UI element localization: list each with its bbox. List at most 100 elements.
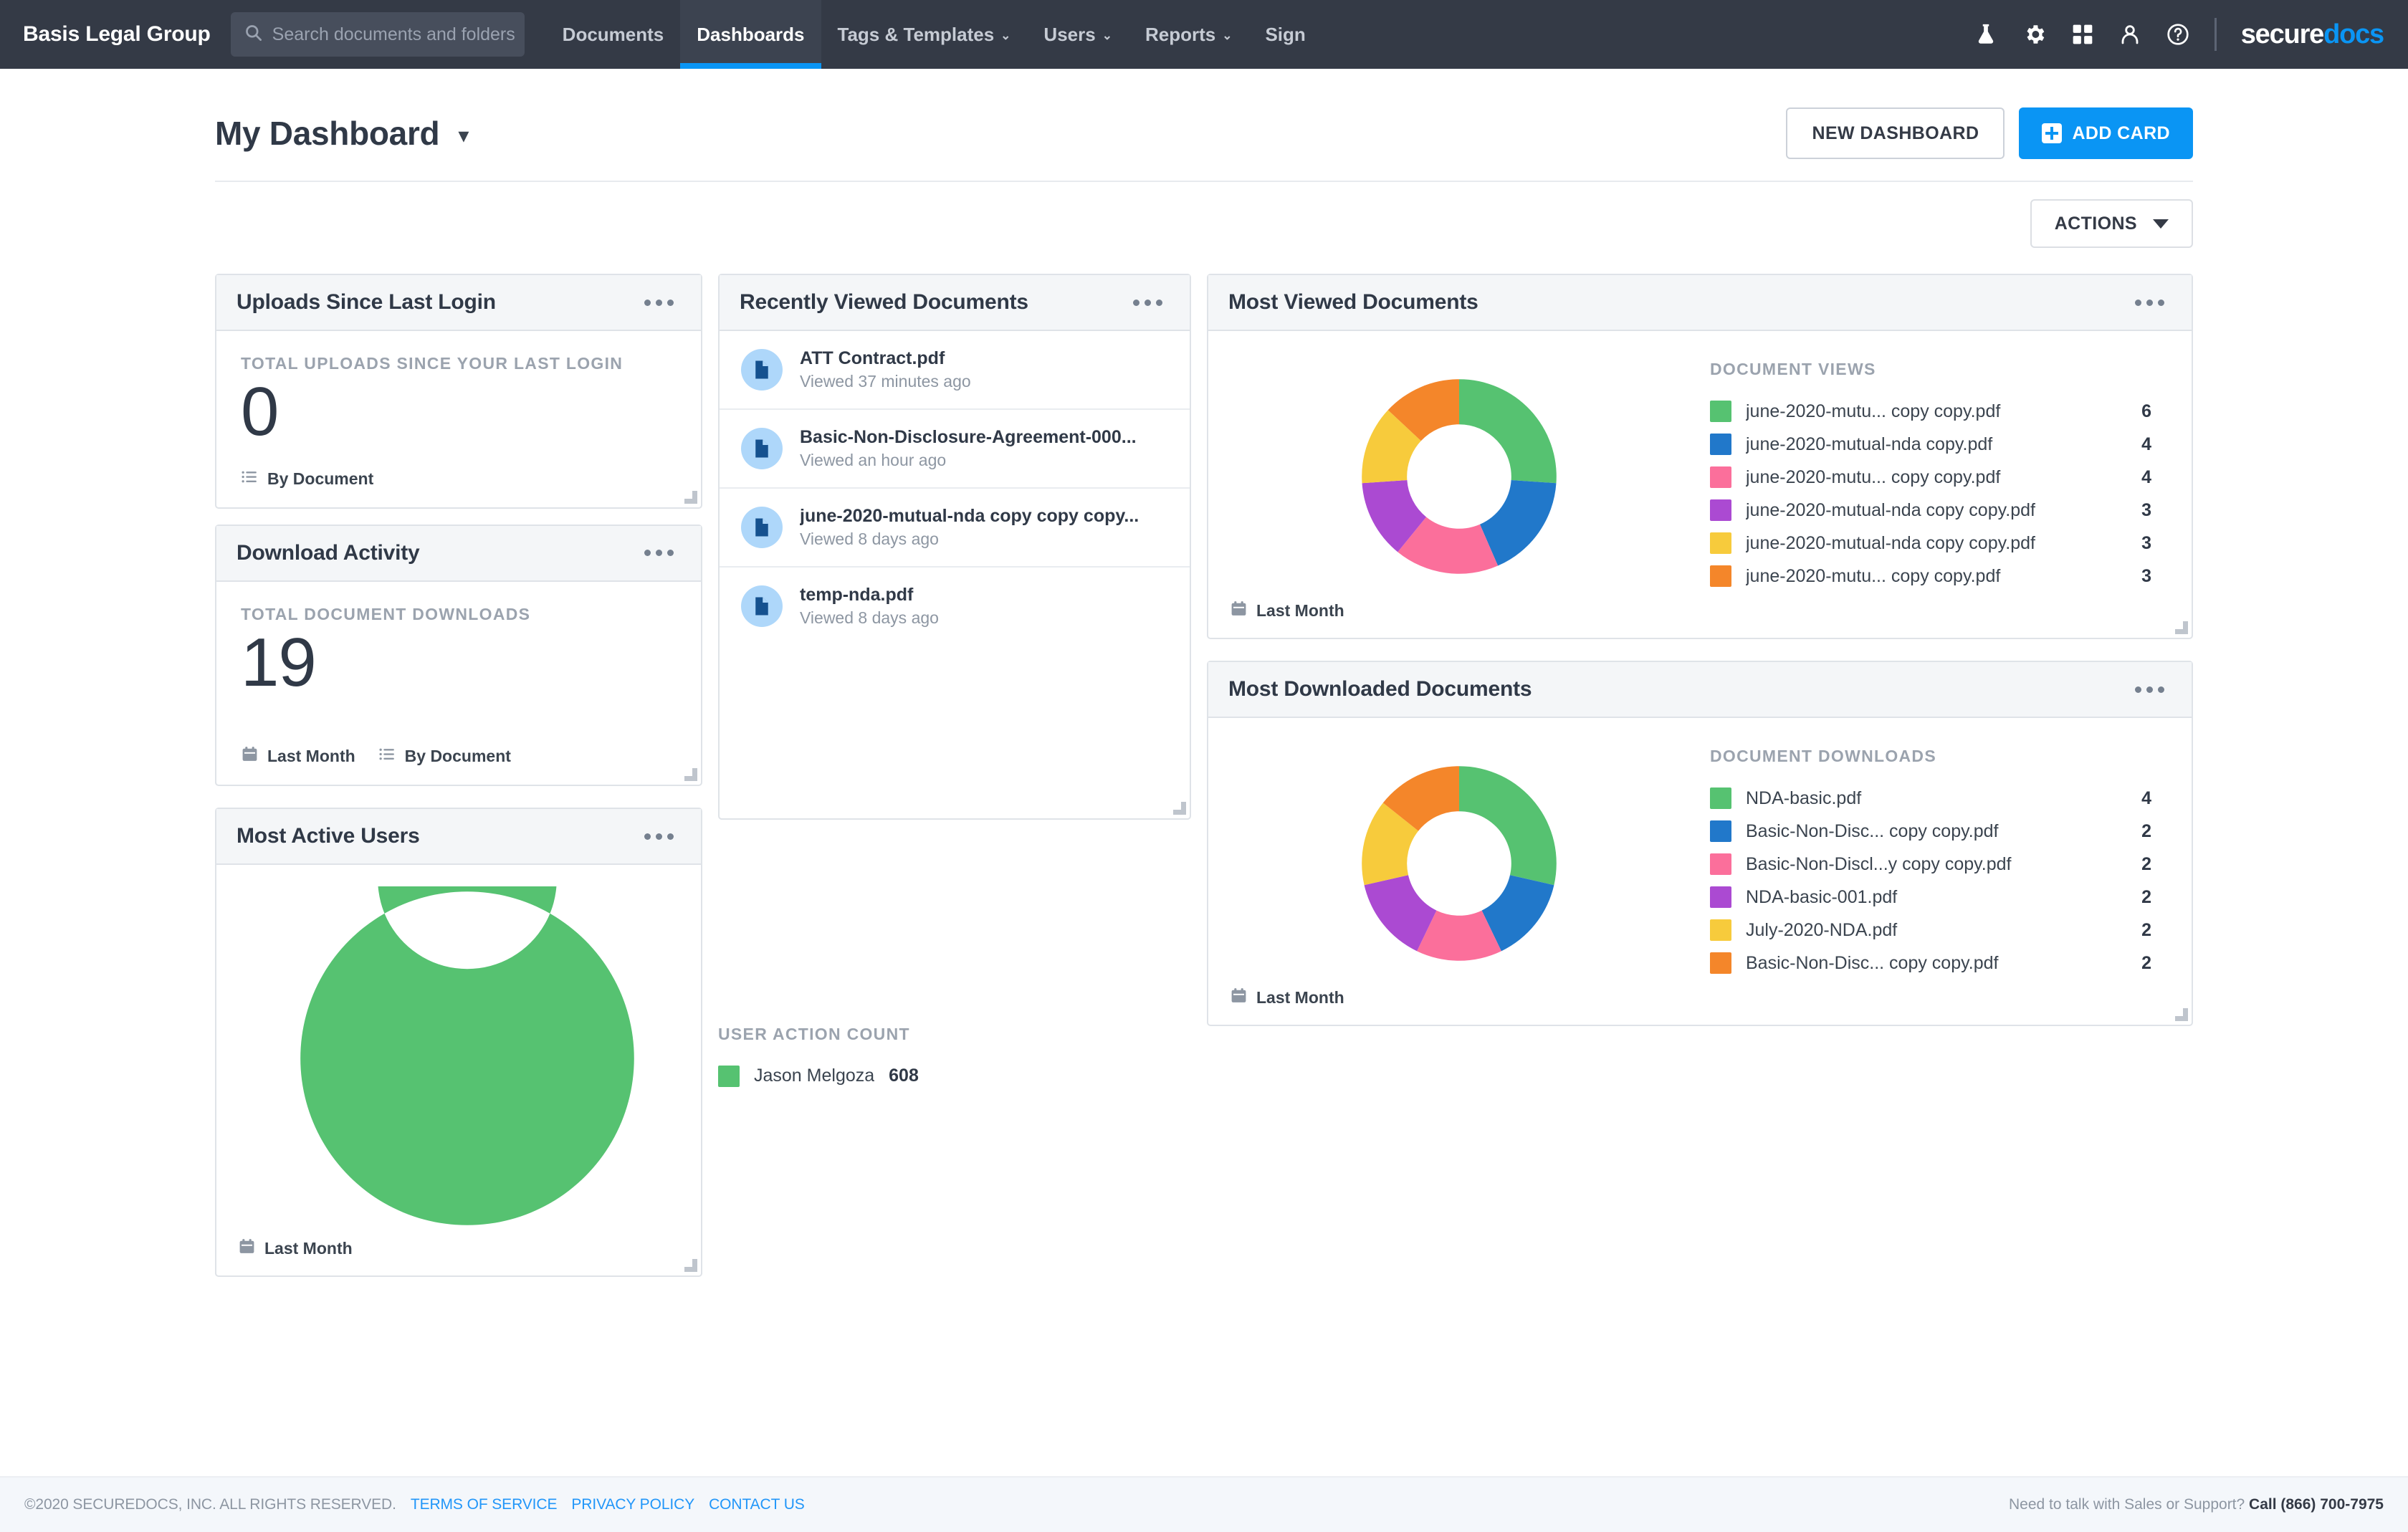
donut-chart-most-active-users — [216, 886, 718, 1230]
document-text: Basic-Non-Disclosure-Agreement-000... Vie… — [800, 427, 1137, 470]
card-header: Most Viewed Documents — [1208, 275, 2192, 331]
nav-label: Reports — [1145, 23, 1216, 45]
donut-slice — [1459, 765, 1557, 885]
legend-color-swatch — [1710, 401, 1731, 422]
card-title: Most Active Users — [236, 824, 420, 848]
document-text: june-2020-mutual-nda copy copy copy... Vi… — [800, 506, 1139, 549]
grid-column-right: Most Viewed Documents DOCUMENT VIEWS jun… — [1207, 274, 2193, 1026]
filter-label: Last Month — [267, 747, 355, 766]
card-menu-button[interactable] — [637, 292, 681, 313]
org-brand-name: Basis Legal Group — [23, 22, 211, 46]
legend-item-value: 2 — [2141, 919, 2151, 940]
user-icon[interactable] — [2118, 23, 2141, 46]
add-card-label: ADD CARD — [2072, 123, 2170, 143]
add-card-button[interactable]: ADD CARD — [2019, 107, 2193, 159]
nav-item-users[interactable]: Users ⌄ — [1027, 0, 1129, 69]
filter-by-document[interactable]: By Document — [378, 745, 511, 767]
filter-label: By Document — [267, 469, 374, 488]
list-item[interactable]: Basic-Non-Disclosure-Agreement-000... Vie… — [720, 410, 1190, 489]
gear-icon[interactable] — [2022, 22, 2047, 47]
privacy-policy-link[interactable]: PRIVACY POLICY — [571, 1496, 694, 1513]
filter-last-month[interactable]: Last Month — [241, 745, 355, 767]
legend-item-label: june-2020-mutual-nda copy.pdf — [1746, 434, 1993, 454]
legend-title: DOCUMENT DOWNLOADS — [1710, 747, 1936, 765]
dashboard-page: My Dashboard ▾ NEW DASHBOARD ADD CARD AC… — [0, 69, 2408, 1476]
document-viewed-time: Viewed an hour ago — [800, 451, 947, 469]
legend-item-value: 2 — [2141, 886, 2151, 907]
legend-item-value: 608 — [889, 1066, 919, 1086]
card-menu-button[interactable] — [2128, 292, 2172, 313]
list-item[interactable]: temp-nda.pdf Viewed 8 days ago — [720, 568, 1190, 645]
legend-color-swatch — [1710, 499, 1731, 521]
contact-us-link[interactable]: CONTACT US — [709, 1496, 805, 1513]
nav-item-reports[interactable]: Reports ⌄ — [1129, 0, 1249, 69]
card-uploads-since-last-login: Uploads Since Last Login TOTAL UPLOADS S… — [215, 274, 702, 509]
chart-area: DOCUMENT VIEWS june-2020-mutu... copy co… — [1208, 331, 2192, 600]
main-nav-items: Documents Dashboards Tags & Templates ⌄ … — [546, 0, 1322, 69]
legend-color-swatch — [1710, 853, 1731, 875]
nav-item-sign[interactable]: Sign — [1248, 0, 1322, 69]
legend-color-swatch — [1710, 919, 1731, 941]
legend-color-swatch — [1710, 532, 1731, 554]
terms-of-service-link[interactable]: TERMS OF SERVICE — [411, 1496, 558, 1513]
document-viewed-time: Viewed 37 minutes ago — [800, 372, 971, 391]
securedocs-logo: securedocs — [2241, 19, 2384, 50]
stat-block: TOTAL DOCUMENT DOWNLOADS 19 — [216, 582, 701, 702]
new-dashboard-button[interactable]: NEW DASHBOARD — [1786, 107, 2005, 159]
card-resize-handle[interactable] — [1172, 800, 1186, 815]
legend-color-swatch — [1710, 886, 1731, 908]
legend-color-swatch — [1710, 787, 1731, 809]
legend-item: Basic-Non-Discl...y copy copy.pdf 2 — [1710, 848, 2151, 881]
logo-text-secure: secure — [2240, 19, 2325, 49]
stat-block: TOTAL UPLOADS SINCE YOUR LAST LOGIN 0 — [216, 331, 701, 451]
legend-items: NDA-basic.pdf 4 Basic-Non-Disc... copy cop… — [1710, 782, 2151, 980]
filter-label: Last Month — [1256, 601, 1344, 620]
top-navigation-bar: Basis Legal Group Search documents and f… — [0, 0, 2408, 69]
filter-label: By Document — [404, 747, 511, 766]
card-title: Most Downloaded Documents — [1228, 677, 1532, 701]
card-menu-button[interactable] — [1126, 292, 1170, 313]
nav-label: Dashboards — [697, 23, 805, 45]
filter-last-month[interactable]: Last Month — [1230, 987, 1344, 1009]
logo-text-docs: docs — [2323, 19, 2384, 49]
copyright-text: ©2020 SECUREDOCS, INC. ALL RIGHTS RESERV… — [24, 1496, 396, 1513]
donut-chart-svg — [1362, 378, 1557, 574]
card-title: Uploads Since Last Login — [236, 290, 496, 314]
card-menu-button[interactable] — [637, 542, 681, 563]
calendar-icon — [1230, 600, 1248, 622]
card-footer: Last Month — [1208, 987, 2192, 1025]
legend-item-value: 3 — [2141, 499, 2151, 520]
chart-legend: DOCUMENT VIEWS june-2020-mutu... copy co… — [1710, 360, 2192, 593]
dashboard-card-grid: Uploads Since Last Login TOTAL UPLOADS S… — [215, 248, 2193, 1278]
legend-item: june-2020-mutu... copy copy.pdf 4 — [1710, 461, 2151, 494]
nav-item-dashboards[interactable]: Dashboards — [680, 0, 821, 69]
legend-item-value: 3 — [2141, 532, 2151, 553]
legend-items: Jason Melgoza 608 — [718, 1060, 919, 1093]
legend-item: NDA-basic.pdf 4 — [1710, 782, 2151, 815]
card-footer: Last Month By Document — [216, 701, 701, 785]
grid-icon[interactable] — [2071, 23, 2094, 46]
nav-divider — [2214, 18, 2217, 51]
actions-button[interactable]: ACTIONS — [2030, 199, 2193, 248]
document-viewed-time: Viewed 8 days ago — [800, 530, 939, 548]
nav-item-documents[interactable]: Documents — [546, 0, 681, 69]
list-item[interactable]: ATT Contract.pdf Viewed 37 minutes ago — [720, 331, 1190, 410]
dashboard-selector-chevron-down-icon[interactable]: ▾ — [458, 123, 469, 148]
flask-icon[interactable] — [1974, 22, 1998, 47]
filter-label: Last Month — [264, 1239, 353, 1258]
legend-item-value: 6 — [2141, 401, 2151, 421]
document-name: temp-nda.pdf — [800, 585, 914, 605]
donut-slice — [1459, 378, 1557, 483]
card-menu-button[interactable] — [2128, 679, 2172, 700]
filter-last-month[interactable]: Last Month — [238, 1237, 353, 1260]
nav-label: Users — [1043, 23, 1096, 45]
card-menu-button[interactable] — [637, 826, 681, 847]
plus-icon — [2042, 123, 2063, 143]
list-item[interactable]: june-2020-mutual-nda copy copy copy... Vi… — [720, 489, 1190, 568]
grid-column-left: Uploads Since Last Login TOTAL UPLOADS S… — [215, 274, 919, 1278]
filter-by-document[interactable]: By Document — [241, 468, 373, 490]
nav-item-tags-templates[interactable]: Tags & Templates ⌄ — [821, 0, 1028, 69]
filter-last-month[interactable]: Last Month — [1230, 600, 1344, 622]
help-icon[interactable] — [2166, 22, 2190, 47]
search-input[interactable]: Search documents and folders — [230, 12, 525, 57]
